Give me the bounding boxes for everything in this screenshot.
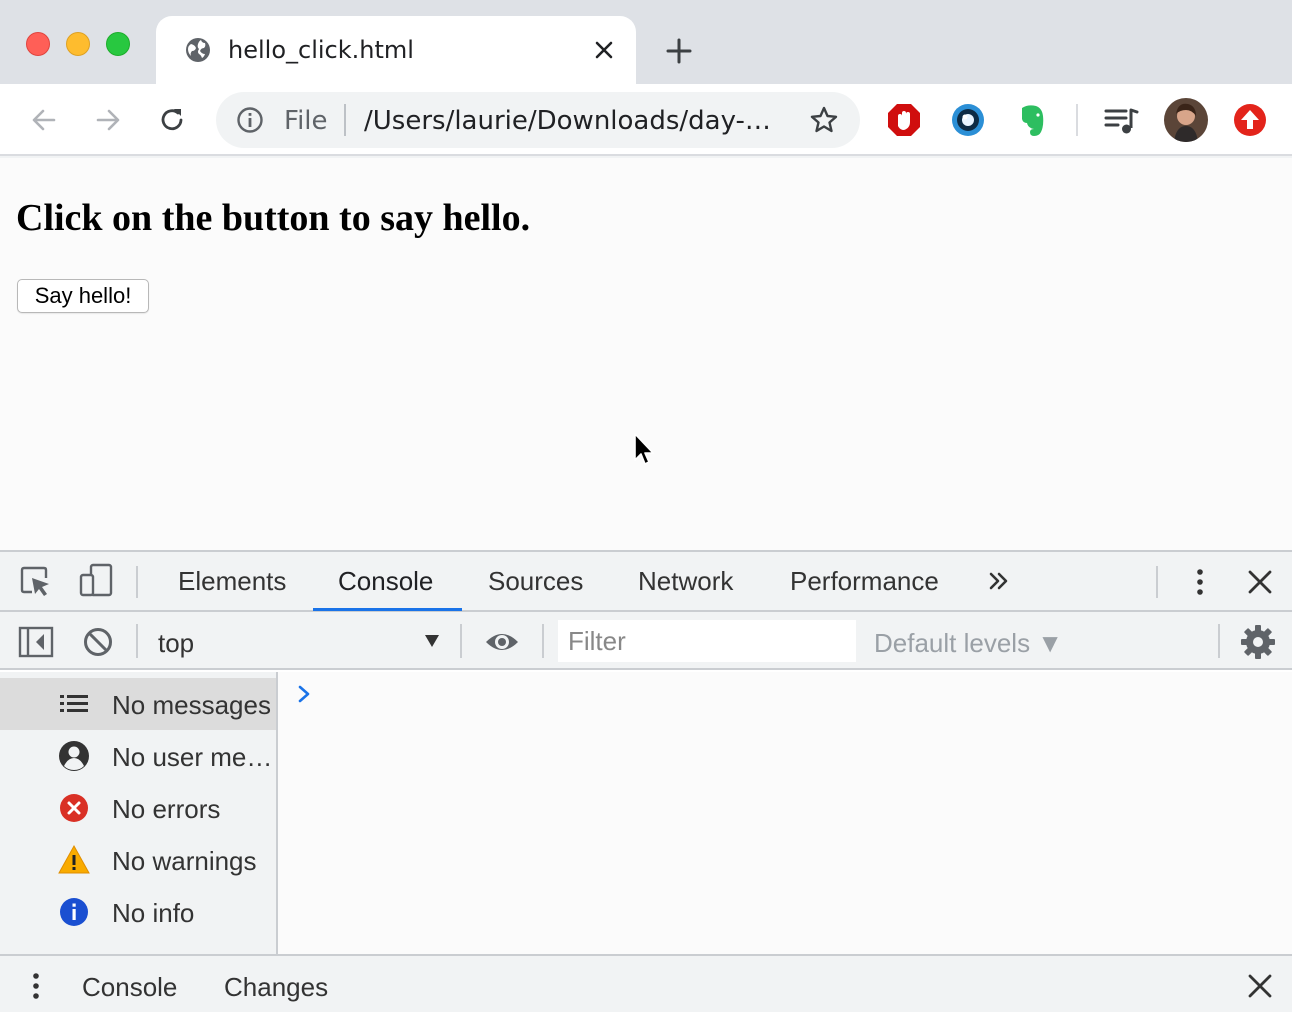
filter-input[interactable]: [558, 620, 856, 662]
toolbar-divider: [1076, 104, 1078, 136]
mouse-cursor-icon: [634, 433, 654, 465]
say-hello-button[interactable]: Say hello!: [17, 279, 149, 313]
active-tab-indicator: [313, 608, 462, 611]
close-tab-icon[interactable]: [592, 38, 616, 62]
tab-console[interactable]: Console: [338, 566, 433, 597]
address-bar[interactable]: File /Users/laurie/Downloads/day-…: [216, 92, 860, 148]
console-toolbar-divider-4: [1218, 624, 1220, 658]
eye-extension-icon[interactable]: [950, 102, 986, 138]
console-toolbar-divider-2: [460, 624, 462, 658]
console-prompt-chevron-icon: [298, 685, 310, 703]
sidebar-item-warnings[interactable]: No warnings: [0, 834, 276, 886]
tab-elements[interactable]: Elements: [178, 566, 286, 597]
browser-toolbar: File /Users/laurie/Downloads/day-…: [0, 84, 1292, 156]
devtools-divider-right: [1156, 566, 1158, 598]
devtools-tab-bar: Elements Console Sources Network Perform…: [0, 552, 1292, 612]
live-expression-eye-icon[interactable]: [484, 624, 520, 660]
globe-icon: [186, 38, 210, 62]
forward-arrow-icon[interactable]: [92, 104, 124, 136]
zoom-window-button[interactable]: [106, 32, 130, 56]
site-info-icon[interactable]: [236, 106, 264, 134]
evernote-icon[interactable]: [1014, 102, 1050, 138]
sidebar-item-label: No errors: [112, 794, 221, 824]
settings-gear-icon[interactable]: [1240, 624, 1276, 660]
sidebar-item-user-messages[interactable]: No user me…: [0, 730, 276, 782]
clear-console-icon[interactable]: [80, 624, 116, 660]
warning-icon: [58, 844, 90, 874]
tab-strip: hello_click.html: [0, 0, 1292, 84]
inspect-element-icon[interactable]: [18, 564, 54, 600]
devtools-divider: [136, 566, 138, 598]
sidebar-item-label: No messages: [112, 690, 271, 720]
devtools-drawer: Console Changes: [0, 954, 1292, 1012]
sidebar-item-info[interactable]: No info: [0, 886, 276, 938]
close-drawer-icon[interactable]: [1242, 968, 1278, 1004]
tab-title: hello_click.html: [228, 36, 414, 64]
scheme-label: File: [284, 106, 328, 136]
drawer-tab-changes[interactable]: Changes: [224, 972, 328, 1003]
sidebar-item-errors[interactable]: No errors: [0, 782, 276, 834]
sidebar-item-label: No user me…: [112, 742, 273, 772]
url-text[interactable]: /Users/laurie/Downloads/day-…: [364, 106, 771, 136]
error-icon: [60, 794, 88, 822]
drawer-menu-icon[interactable]: [18, 968, 54, 1004]
omnibox-divider: [344, 104, 346, 136]
console-sidebar: No messages No user me… No errors No war…: [0, 672, 278, 954]
sidebar-item-label: No info: [112, 898, 195, 928]
kebab-menu-icon[interactable]: [1182, 564, 1218, 600]
bookmark-star-icon[interactable]: [808, 104, 840, 136]
minimize-window-button[interactable]: [66, 32, 90, 56]
new-tab-icon[interactable]: [664, 36, 694, 66]
close-window-button[interactable]: [26, 32, 50, 56]
context-selector[interactable]: top: [158, 628, 194, 659]
sidebar-toggle-icon[interactable]: [18, 624, 54, 660]
sidebar-item-messages[interactable]: No messages: [0, 678, 276, 730]
tab-performance[interactable]: Performance: [790, 566, 939, 597]
tab-sources[interactable]: Sources: [488, 566, 583, 597]
back-arrow-icon[interactable]: [28, 104, 60, 136]
log-levels-dropdown[interactable]: Default levels ▼: [874, 628, 1063, 659]
browser-tab[interactable]: hello_click.html: [156, 16, 636, 84]
reload-icon[interactable]: [156, 104, 188, 136]
console-toolbar-divider: [136, 624, 138, 658]
console-toolbar: top Default levels ▼: [0, 612, 1292, 670]
profile-avatar[interactable]: [1164, 98, 1208, 142]
page-heading: Click on the button to say hello.: [16, 197, 531, 239]
adblock-icon[interactable]: [886, 102, 922, 138]
more-tabs-chevron-icon[interactable]: [984, 566, 1014, 596]
console-output[interactable]: [278, 672, 1292, 954]
media-controls-icon[interactable]: [1104, 102, 1140, 138]
dropdown-triangle-icon[interactable]: [424, 634, 440, 648]
page-content: Click on the button to say hello. Say he…: [0, 158, 1292, 550]
user-icon: [59, 741, 89, 771]
console-toolbar-divider-3: [542, 624, 544, 658]
devtools-panel: Elements Console Sources Network Perform…: [0, 550, 1292, 1012]
sidebar-item-label: No warnings: [112, 846, 257, 876]
list-icon: [60, 695, 88, 712]
close-devtools-icon[interactable]: [1242, 564, 1278, 600]
drawer-tab-console[interactable]: Console: [82, 972, 177, 1003]
device-toolbar-icon[interactable]: [78, 562, 114, 598]
tab-network[interactable]: Network: [638, 566, 733, 597]
update-icon[interactable]: [1232, 102, 1268, 138]
info-icon: [60, 898, 88, 926]
